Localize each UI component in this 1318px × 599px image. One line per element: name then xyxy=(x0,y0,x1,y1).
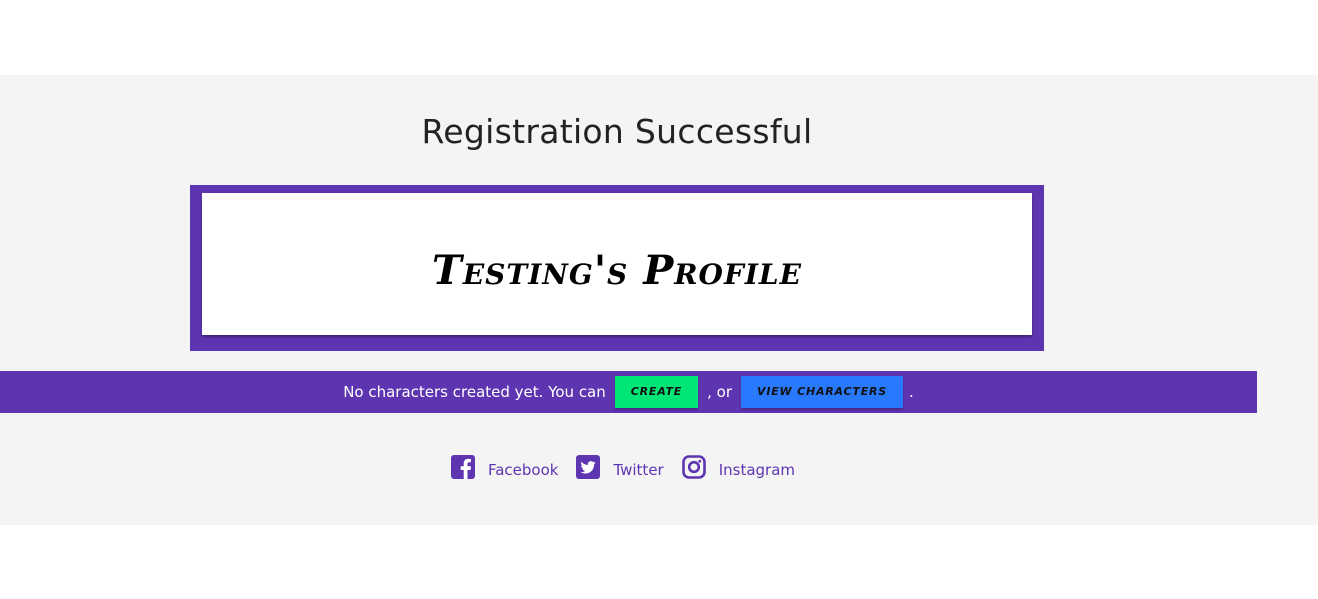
notice-bar: No characters created yet. You can creat… xyxy=(0,371,1257,413)
notice-separator: , or xyxy=(707,383,732,401)
view-characters-button[interactable]: view characters xyxy=(741,376,904,408)
instagram-link[interactable]: Instagram xyxy=(681,455,796,481)
notice-period: . xyxy=(909,383,914,401)
instagram-icon xyxy=(681,455,708,481)
page-title: Registration Successful xyxy=(421,112,813,151)
facebook-link[interactable]: Facebook xyxy=(450,455,559,481)
profile-card: Testing's Profile xyxy=(202,193,1032,335)
facebook-label: Facebook xyxy=(487,461,559,479)
social-links: Facebook Twitter Instagram xyxy=(0,455,1246,481)
instagram-label: Instagram xyxy=(718,461,796,479)
profile-frame: Testing's Profile xyxy=(190,185,1044,351)
facebook-square-icon xyxy=(450,455,477,481)
twitter-square-icon xyxy=(576,455,602,481)
create-button[interactable]: create xyxy=(614,376,699,408)
twitter-label: Twitter xyxy=(613,461,664,479)
twitter-link[interactable]: Twitter xyxy=(576,455,664,481)
profile-heading: Testing's Profile xyxy=(432,246,802,294)
notice-text: No characters created yet. You can xyxy=(343,383,606,401)
